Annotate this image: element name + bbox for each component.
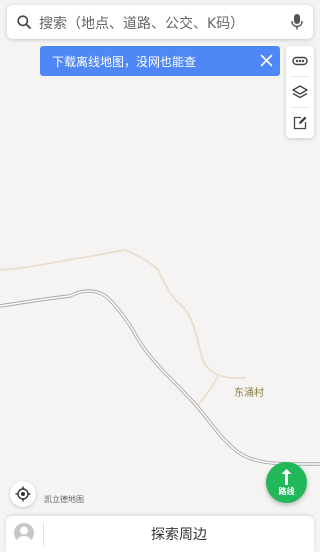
- locate-icon: [15, 486, 31, 502]
- explore-nearby-button[interactable]: 探索周边: [44, 524, 314, 544]
- route-label: 路线: [278, 487, 295, 496]
- route-arrow-icon: [281, 469, 292, 485]
- close-icon[interactable]: [260, 54, 273, 67]
- map-attribution: 凯立德地图: [44, 495, 84, 504]
- traffic-icon: [292, 56, 308, 66]
- search-icon[interactable]: [16, 14, 32, 30]
- map-place-label[interactable]: 东涌村: [234, 384, 264, 399]
- map-screen: 搜索（地点、道路、公交、K码） 下载离线地图，没网也能查 东涌村 凯立德地图 路…: [0, 0, 320, 552]
- layers-icon: [292, 85, 308, 99]
- avatar[interactable]: [14, 523, 34, 543]
- feedback-edit-icon: [293, 116, 307, 130]
- bottom-panel: 探索周边: [6, 516, 314, 552]
- locate-button[interactable]: [10, 481, 36, 507]
- route-button[interactable]: 路线: [266, 462, 307, 503]
- map-toolbar: [286, 46, 314, 138]
- avatar-icon: [16, 526, 32, 543]
- microphone-icon[interactable]: [290, 13, 304, 31]
- banner-text[interactable]: 下载离线地图，没网也能查: [52, 53, 196, 70]
- traffic-button[interactable]: [286, 46, 314, 76]
- search-bar[interactable]: 搜索（地点、道路、公交、K码）: [7, 5, 313, 39]
- offline-map-banner[interactable]: 下载离线地图，没网也能查: [40, 46, 280, 76]
- feedback-button[interactable]: [286, 108, 314, 138]
- layers-button[interactable]: [286, 77, 314, 107]
- search-input[interactable]: 搜索（地点、道路、公交、K码）: [39, 13, 244, 33]
